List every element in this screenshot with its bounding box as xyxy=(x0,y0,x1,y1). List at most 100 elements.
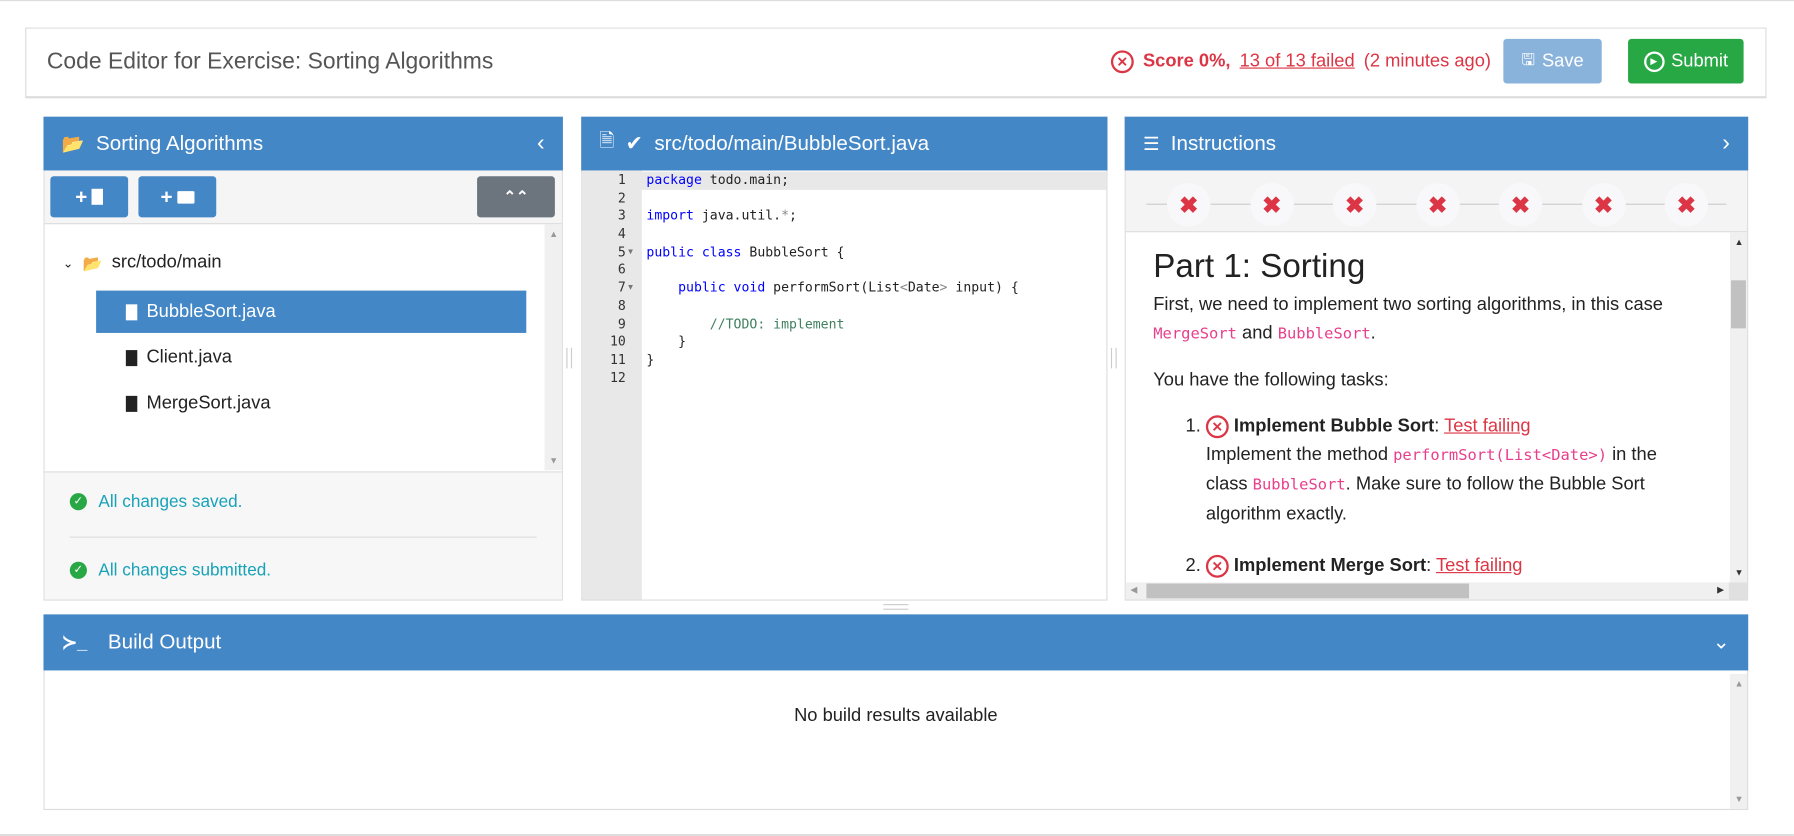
intro-text: First, we need to implement two sorting … xyxy=(1153,295,1663,315)
score-status: ✕ Score 0%, 13 of 13 failed (2 minutes a… xyxy=(1110,50,1491,74)
line-number: 6 xyxy=(617,261,626,278)
file-icon xyxy=(125,349,138,366)
collapse-left-icon[interactable]: ‹ xyxy=(537,130,545,156)
task-list: ✕ Implement Bubble Sort: Test failing Im… xyxy=(1153,412,1701,580)
task-steps: ✖ ✖ ✖ ✖ ✖ ✖ ✖ xyxy=(1125,170,1748,233)
task-step-failed-icon[interactable]: ✖ xyxy=(1664,183,1709,227)
chevron-down-icon[interactable]: ⌄ xyxy=(1713,630,1730,654)
fold-arrow-icon[interactable]: ▼ xyxy=(628,243,633,261)
file-icon xyxy=(91,188,104,205)
submit-button[interactable]: ▶ Submit xyxy=(1628,38,1744,84)
line-number: 5 xyxy=(617,243,626,260)
scroll-right-icon[interactable]: ▶ xyxy=(1717,585,1724,595)
task-code: BubbleSort xyxy=(1252,475,1346,495)
submitted-status: ✓ All changes submitted. xyxy=(69,561,271,580)
scroll-down-icon[interactable]: ▼ xyxy=(1734,567,1743,577)
file-icon xyxy=(125,395,138,412)
scroll-up-icon[interactable]: ▲ xyxy=(549,229,558,239)
resize-handle-bottom[interactable] xyxy=(883,604,909,610)
folder-icon xyxy=(177,190,195,204)
failed-circle-icon: ✕ xyxy=(1205,415,1229,439)
plus-icon: + xyxy=(75,184,88,208)
scroll-up-icon[interactable]: ▲ xyxy=(1734,237,1743,247)
check-icon: ✔ xyxy=(625,131,643,155)
file-tree: ▲ ▼ ⌄ 📂 src/todo/main BubbleSort.java Cl… xyxy=(45,224,562,471)
intro-and: and xyxy=(1242,323,1273,344)
save-button[interactable]: 🖫 Save xyxy=(1503,38,1602,84)
file-label: BubbleSort.java xyxy=(146,301,276,321)
code-mergesort: MergeSort xyxy=(1153,324,1237,344)
saved-status-text: All changes saved. xyxy=(98,491,243,512)
double-chevron-up-icon: ⌃⌃ xyxy=(503,187,529,205)
check-circle-icon: ✓ xyxy=(69,561,87,579)
scroll-left-icon[interactable]: ◀ xyxy=(1130,585,1137,595)
line-number: 7 xyxy=(617,279,626,296)
tree-file-mergesort[interactable]: MergeSort.java xyxy=(96,382,271,424)
task-step-failed-icon[interactable]: ✖ xyxy=(1249,183,1294,227)
add-file-button[interactable]: + xyxy=(50,176,129,218)
collapse-all-button[interactable]: ⌃⌃ xyxy=(477,176,555,218)
code-line: //TODO: implement xyxy=(646,315,845,332)
tree-file-bubblesort[interactable]: BubbleSort.java xyxy=(96,290,527,333)
code-line: package todo.main; xyxy=(646,171,790,188)
submit-label: Submit xyxy=(1671,50,1729,71)
chevron-down-icon: ⌄ xyxy=(62,256,74,271)
line-number: 3 xyxy=(617,207,626,224)
line-number: 10 xyxy=(609,333,626,350)
instructions-content: Part 1: Sorting First, we need to implem… xyxy=(1126,232,1729,582)
task-step-failed-icon[interactable]: ✖ xyxy=(1581,183,1626,227)
instructions-panel: ☰ Instructions › ✖ ✖ ✖ ✖ ✖ ✖ ✖ Part 1: Sorting… xyxy=(1124,116,1749,601)
scroll-corner xyxy=(1728,582,1748,600)
plus-icon: + xyxy=(160,184,173,208)
task-title: Implement Bubble Sort xyxy=(1233,416,1435,436)
file-label: Client.java xyxy=(146,347,232,367)
resize-handle-left[interactable] xyxy=(566,347,573,369)
tree-scrollbar[interactable]: ▲ ▼ xyxy=(544,224,562,471)
task-step-failed-icon[interactable]: ✖ xyxy=(1498,183,1543,227)
save-label: Save xyxy=(1541,50,1584,71)
instructions-hscrollbar[interactable]: ◀ ▶ xyxy=(1125,582,1729,600)
scroll-down-icon[interactable]: ▼ xyxy=(1734,794,1743,804)
scroll-thumb[interactable] xyxy=(1731,280,1746,329)
code-area[interactable]: 1 package todo.main; 2 3 import java.util.… xyxy=(582,171,1107,387)
task-step-failed-icon[interactable]: ✖ xyxy=(1166,183,1211,227)
resize-handle-right[interactable] xyxy=(1110,347,1117,369)
line-number: 12 xyxy=(609,369,626,386)
editor-header: Code Editor for Exercise: Sorting Algori… xyxy=(25,27,1767,99)
code-line: import java.util.*; xyxy=(646,207,797,224)
list-icon: ☰ xyxy=(1142,134,1160,154)
folder-open-icon: 📂 xyxy=(82,253,103,272)
line-number: 8 xyxy=(617,297,626,314)
code-editor-panel: 🗎 ✔ src/todo/main/BubbleSort.java 1 packa… xyxy=(581,116,1108,601)
task-status-link[interactable]: Test failing xyxy=(1436,556,1522,575)
task-step-failed-icon[interactable]: ✖ xyxy=(1415,183,1460,227)
divider xyxy=(69,536,537,538)
tree-file-client[interactable]: Client.java xyxy=(96,336,232,378)
play-circle-icon: ▶ xyxy=(1643,50,1665,72)
task-step-failed-icon[interactable]: ✖ xyxy=(1332,183,1377,227)
code-line: } xyxy=(646,333,687,350)
page-title: Code Editor for Exercise: Sorting Algori… xyxy=(46,49,494,75)
time-ago: (2 minutes ago) xyxy=(1363,51,1491,71)
build-scrollbar[interactable]: ▲ ▼ xyxy=(1729,673,1748,809)
scroll-up-icon[interactable]: ▲ xyxy=(1734,678,1743,688)
folder-label: src/todo/main xyxy=(111,252,222,273)
scroll-thumb[interactable] xyxy=(1146,583,1470,599)
editor-header: 🗎 ✔ src/todo/main/BubbleSort.java xyxy=(581,116,1108,171)
task-title: Implement Merge Sort xyxy=(1233,556,1427,576)
add-folder-button[interactable]: + xyxy=(138,176,217,218)
file-icon xyxy=(125,303,138,320)
tasks-intro: You have the following tasks: xyxy=(1153,370,1389,391)
instructions-vscrollbar[interactable]: ▲ ▼ xyxy=(1729,232,1748,583)
failed-circle-icon: ✕ xyxy=(1110,50,1134,74)
code-line: public class BubbleSort { xyxy=(646,243,845,260)
build-output-header[interactable]: ≻_ Build Output ⌄ xyxy=(43,614,1749,671)
terminal-icon: ≻_ xyxy=(61,633,88,653)
task-status-link[interactable]: Test failing xyxy=(1444,416,1530,435)
scroll-down-icon[interactable]: ▼ xyxy=(549,455,558,465)
code-line: } xyxy=(646,351,655,368)
fold-arrow-icon[interactable]: ▼ xyxy=(628,279,633,297)
tree-folder[interactable]: ⌄ 📂 src/todo/main xyxy=(63,253,222,274)
failed-tests-link[interactable]: 13 of 13 failed xyxy=(1240,51,1355,72)
collapse-right-icon[interactable]: › xyxy=(1722,130,1730,156)
